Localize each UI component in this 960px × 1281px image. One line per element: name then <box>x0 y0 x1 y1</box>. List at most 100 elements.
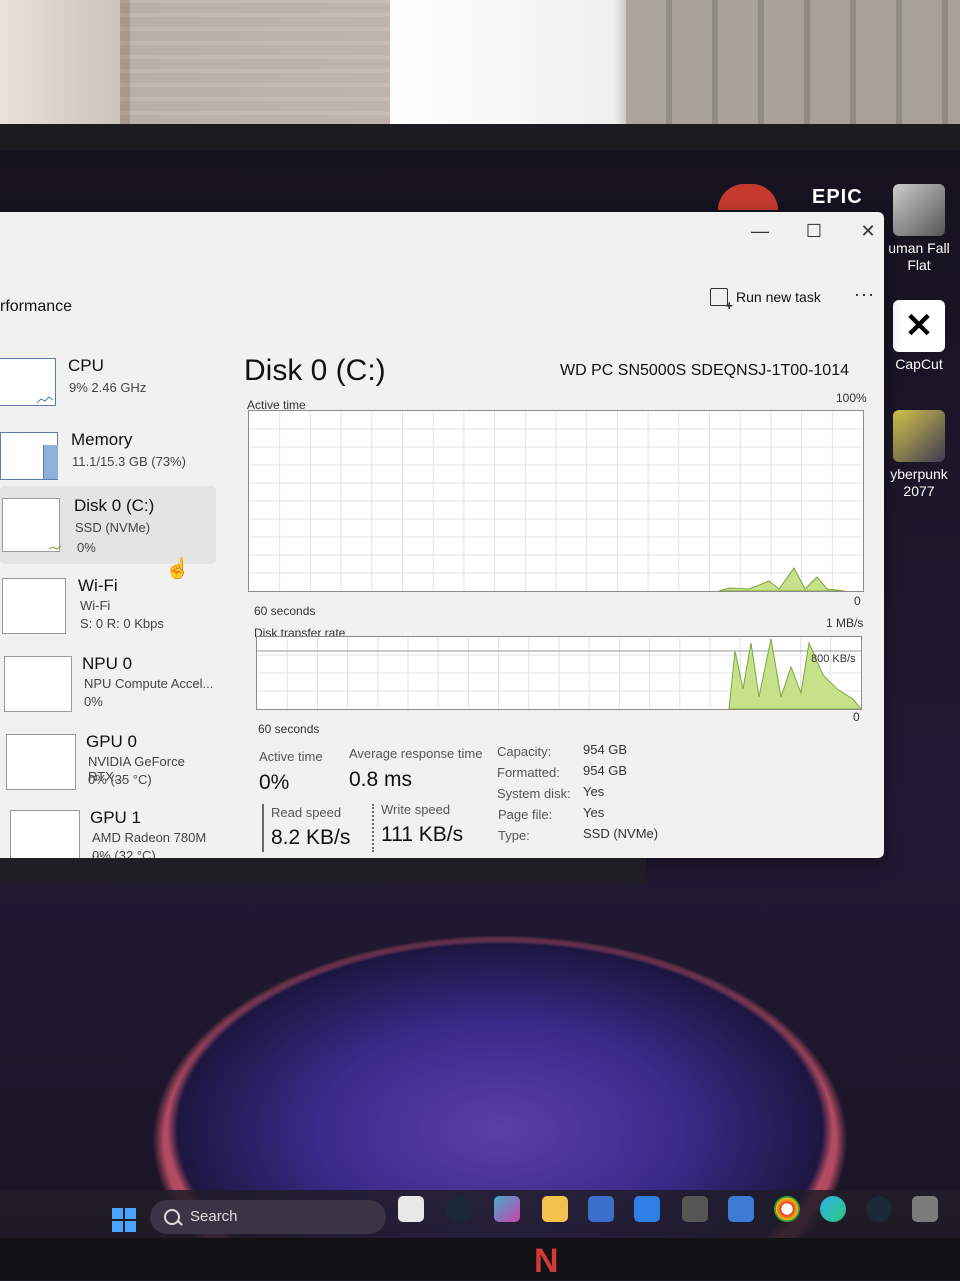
npu-thumbnail-graph <box>4 656 72 712</box>
property-value: 954 GB <box>583 742 628 757</box>
sidebar-item-wifi[interactable]: Wi-Fi Wi-Fi S: 0 R: 0 Kbps <box>0 574 216 644</box>
active-time-duration-label: 60 seconds <box>254 604 316 618</box>
desktop-icon-human-fall-flat[interactable]: uman Fall Flat <box>884 184 954 274</box>
taskbar-app-icon[interactable] <box>398 1196 424 1222</box>
sidebar-item-usage: S: 0 R: 0 Kbps <box>80 616 164 631</box>
property-value: SSD (NVMe) <box>583 826 659 841</box>
more-options-button[interactable]: ··· <box>854 284 875 305</box>
disk-thumbnail-graph <box>2 498 62 552</box>
sidebar-item-detail: SSD (NVMe) <box>75 520 151 535</box>
chrome-icon[interactable] <box>774 1196 800 1222</box>
sidebar-item-memory[interactable]: Memory 11.1/15.3 GB (73%) <box>0 424 216 494</box>
property-key: System disk: <box>497 786 571 801</box>
property-value: Yes <box>583 805 605 820</box>
store-icon[interactable] <box>588 1196 614 1222</box>
wifi-thumbnail-graph <box>2 578 66 634</box>
transfer-rate-max-label: 1 MB/s <box>826 616 864 630</box>
desktop-icon-label: CapCut <box>895 356 943 372</box>
dropbox-icon[interactable] <box>634 1196 660 1222</box>
write-speed-value: 111 KB/s <box>381 823 464 846</box>
title-bar[interactable]: — ☐ ✕ <box>0 212 884 272</box>
sidebar-item-label: NPU 0 <box>82 654 133 673</box>
disk-title: Disk 0 (C:) <box>244 354 386 387</box>
property-key: Page file: <box>498 807 553 822</box>
sidebar-item-usage: 0% (35 °C) <box>88 772 152 787</box>
disk-model: WD PC SN5000S SDEQNSJ-1T00-1014 <box>560 362 849 379</box>
desktop-icon-label: uman Fall Flat <box>888 240 950 273</box>
active-time-stat-label: Active time <box>259 749 323 764</box>
sidebar-item-label: GPU 1 <box>90 808 142 827</box>
active-time-graph-svg <box>249 411 863 591</box>
property-key: Capacity: <box>497 744 552 759</box>
cpu-thumbnail-graph <box>0 358 56 406</box>
property-value: 954 GB <box>583 763 628 778</box>
sidebar-item-detail: NPU Compute Accel... <box>84 676 214 691</box>
transfer-rate-graph: 800 KB/s <box>256 636 862 710</box>
start-button[interactable] <box>112 1208 136 1232</box>
avg-response-stat-label: Average response time <box>349 746 483 761</box>
screen-bezel-bottom <box>0 1238 960 1280</box>
active-time-graph <box>248 410 864 592</box>
sidebar-item-detail: 11.1/15.3 GB (73%) <box>72 454 186 469</box>
copilot-icon[interactable] <box>494 1196 520 1222</box>
gpu1-thumbnail-graph <box>10 810 80 864</box>
active-time-min-label: 0 <box>854 594 861 608</box>
sidebar-item-label: Memory <box>71 430 133 449</box>
property-key: Type: <box>498 828 530 843</box>
taskbar <box>0 1190 960 1238</box>
taskbar-extra-icon[interactable] <box>912 1196 938 1222</box>
building-right <box>626 0 960 125</box>
window-frame <box>0 0 130 130</box>
taskbar-search[interactable]: Search <box>150 1200 386 1234</box>
sidebar-item-disk[interactable]: Disk 0 (C:) SSD (NVMe) 0% <box>0 486 216 564</box>
sidebar-item-detail: Wi-Fi <box>80 598 111 613</box>
avg-response-stat-value: 0.8 ms <box>349 768 413 791</box>
sidebar-item-label: Disk 0 (C:) <box>74 496 155 515</box>
read-speed-value: 8.2 KB/s <box>271 826 351 849</box>
write-speed-label: Write speed <box>381 802 451 817</box>
active-time-stat-value: 0% <box>259 771 290 794</box>
sidebar-item-usage: 0% <box>77 540 96 555</box>
sidebar-item-label: Wi-Fi <box>78 576 118 595</box>
sidebar-item-label: GPU 0 <box>86 732 138 751</box>
desktop-icon-cyberpunk[interactable]: yberpunk 2077 <box>884 410 954 500</box>
run-new-task-button[interactable]: Run new task <box>710 288 821 313</box>
epic-games-icon[interactable]: EPIC <box>812 186 863 209</box>
window-shadow-strip <box>0 858 646 884</box>
run-task-icon <box>710 288 733 313</box>
sidebar-item-gpu0[interactable]: GPU 0 NVIDIA GeForce RTX... 0% (35 °C) <box>0 730 216 800</box>
read-speed-legend-line <box>262 804 264 852</box>
transfer-rate-graph-svg <box>257 637 861 709</box>
run-new-task-label: Run new task <box>736 289 821 305</box>
minimize-button[interactable]: — <box>740 216 780 246</box>
desktop-icon-capcut[interactable]: ✕ CapCut <box>884 300 954 373</box>
gpu0-thumbnail-graph <box>6 734 76 790</box>
xbox-app-icon[interactable] <box>682 1196 708 1222</box>
sidebar-item-usage: 0% <box>84 694 103 709</box>
active-time-trace <box>718 567 846 591</box>
transfer-rate-trace <box>728 638 861 709</box>
building-left <box>120 0 390 125</box>
capcut-icon: ✕ <box>893 300 945 352</box>
active-time-max-label: 100% <box>836 391 867 405</box>
write-speed-legend-line <box>372 804 374 852</box>
property-value: Yes <box>583 784 605 799</box>
human-fall-flat-icon <box>893 184 945 236</box>
maximize-button[interactable]: ☐ <box>794 216 834 246</box>
read-speed-label: Read speed <box>271 805 342 820</box>
sidebar-item-npu[interactable]: NPU 0 NPU Compute Accel... 0% <box>0 652 216 722</box>
outlook-icon[interactable] <box>728 1196 754 1222</box>
steam-icon-2[interactable] <box>866 1196 892 1222</box>
file-explorer-icon[interactable] <box>542 1196 568 1222</box>
performance-sidebar: CPU 9% 2.46 GHz Memory 11.1/15.3 GB (73%… <box>0 350 216 870</box>
sidebar-item-cpu[interactable]: CPU 9% 2.46 GHz <box>0 350 216 420</box>
edge-icon[interactable] <box>820 1196 846 1222</box>
page-title: rformance <box>0 298 73 315</box>
memory-usage-bar <box>43 445 58 479</box>
memory-thumbnail-graph <box>0 432 58 480</box>
property-key: Formatted: <box>497 765 560 780</box>
close-button[interactable]: ✕ <box>848 216 888 246</box>
sidebar-item-label: CPU <box>68 356 104 375</box>
steam-icon[interactable] <box>446 1196 472 1222</box>
desktop-icon-label: yberpunk 2077 <box>890 466 948 499</box>
